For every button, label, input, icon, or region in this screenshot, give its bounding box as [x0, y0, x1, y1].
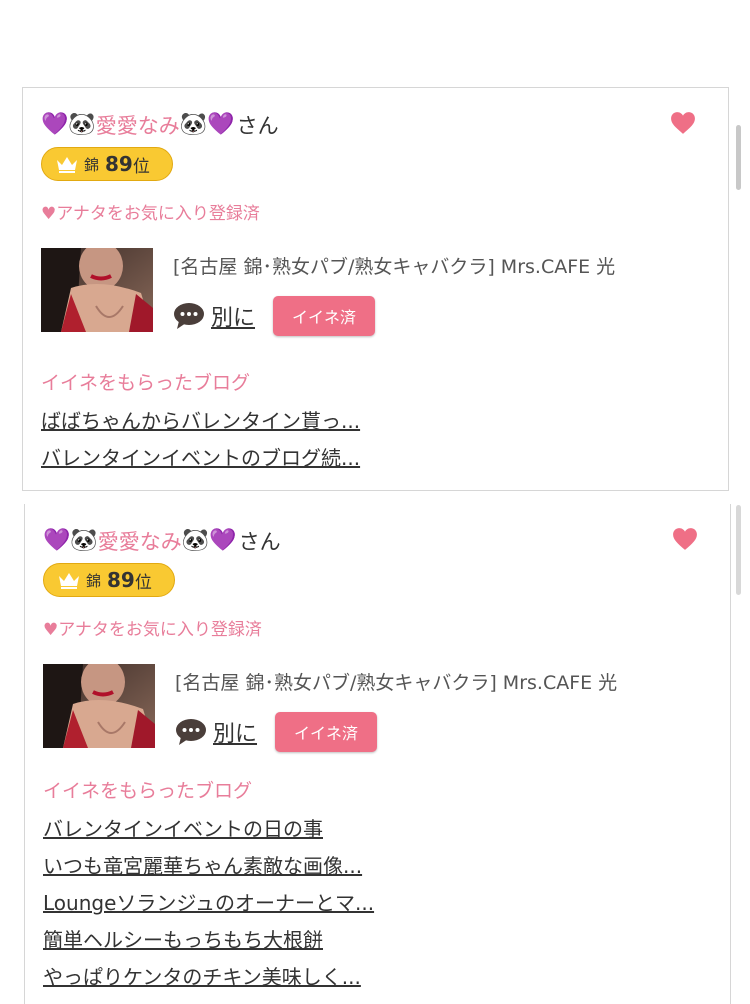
message-link[interactable]: 別に — [211, 300, 255, 332]
user-card: 💜🐼 愛愛なみ 🐼💜 さん 錦 89 位 ♥アナタをお気に入り登録済 [名古屋 … — [22, 87, 729, 491]
speech-bubble-icon — [176, 719, 206, 745]
message-link[interactable]: 別に — [213, 716, 257, 748]
user-name[interactable]: 愛愛なみ — [98, 526, 182, 556]
rank-suffix: 位 — [132, 156, 150, 177]
profile-photo[interactable] — [43, 664, 155, 748]
rank-number: 89 — [105, 152, 133, 176]
speech-bubble-icon — [174, 303, 204, 329]
heart-icon[interactable] — [672, 526, 698, 552]
blog-link[interactable]: バレンタインイベントの日の事 — [43, 813, 323, 842]
user-card: 💜🐼 愛愛なみ 🐼💜 さん 錦 89 位 ♥アナタをお気に入り登録済 [名古屋 … — [24, 504, 731, 1004]
emoji-suffix: 🐼💜 — [179, 112, 235, 137]
crown-icon — [57, 157, 77, 173]
iine-button[interactable]: イイネ済 — [275, 712, 378, 752]
iine-button[interactable]: イイネ済 — [273, 296, 376, 336]
emoji-prefix: 💜🐼 — [43, 528, 98, 553]
blog-link[interactable]: 簡単ヘルシーもっちもち大根餅 — [43, 924, 323, 953]
message-row: 別に イイネ済 — [173, 296, 376, 336]
rank-area: 錦 — [84, 155, 100, 174]
user-name-row[interactable]: 💜🐼 愛愛なみ 🐼💜 さん — [41, 110, 279, 140]
rank-suffix: 位 — [134, 572, 152, 593]
blog-link[interactable]: いつも竜宮麗華ちゃん素敵な画像... — [43, 850, 362, 879]
honorific: さん — [236, 114, 279, 138]
scrollbar-thumb[interactable] — [736, 125, 741, 190]
rank-badge: 錦 89 位 — [43, 563, 175, 597]
blog-link[interactable]: やっぱりケンタのチキン美味しく... — [43, 961, 361, 990]
scrollbar-thumb[interactable] — [736, 505, 741, 595]
blog-link[interactable]: バレンタインイベントのブログ続... — [41, 442, 360, 471]
favorite-status: ♥アナタをお気に入り登録済 — [43, 620, 262, 640]
emoji-prefix: 💜🐼 — [41, 112, 96, 137]
message-row: 別に イイネ済 — [175, 712, 378, 752]
shop-info[interactable]: [名古屋 錦･熟女パブ/熟女キャバクラ] Mrs.CAFE 光 — [175, 668, 617, 695]
blog-link[interactable]: Loungeソランジュのオーナーとマ... — [43, 887, 374, 916]
favorite-status: ♥アナタをお気に入り登録済 — [41, 204, 260, 224]
profile-photo[interactable] — [41, 248, 153, 332]
user-name[interactable]: 愛愛なみ — [96, 110, 180, 140]
blog-link[interactable]: ばばちゃんからバレンタイン貰っ... — [41, 405, 360, 434]
blog-heading: イイネをもらったブログ — [43, 780, 253, 802]
shop-info[interactable]: [名古屋 錦･熟女パブ/熟女キャバクラ] Mrs.CAFE 光 — [173, 252, 615, 279]
heart-icon[interactable] — [670, 110, 696, 136]
crown-icon — [59, 573, 79, 589]
rank-area: 錦 — [86, 571, 102, 590]
rank-number: 89 — [107, 568, 135, 592]
honorific: さん — [238, 530, 281, 554]
rank-badge: 錦 89 位 — [41, 147, 173, 181]
blog-heading: イイネをもらったブログ — [41, 372, 251, 394]
emoji-suffix: 🐼💜 — [181, 528, 237, 553]
user-name-row[interactable]: 💜🐼 愛愛なみ 🐼💜 さん — [43, 526, 281, 556]
